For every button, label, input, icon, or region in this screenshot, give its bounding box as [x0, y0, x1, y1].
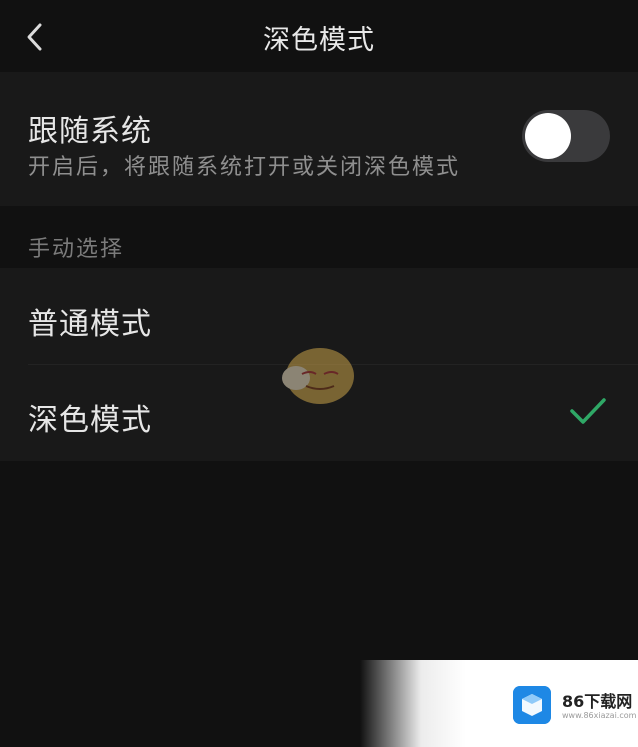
page-title: 深色模式	[263, 25, 375, 56]
follow-system-description: 开启后，将跟随系统打开或关闭深色模式	[28, 155, 461, 180]
follow-system-row: 跟随系统 开启后，将跟随系统打开或关闭深色模式	[0, 72, 638, 206]
brand-logo-icon	[513, 686, 551, 724]
brand-name: 86下载网	[562, 692, 633, 711]
manual-selection-label: 手动选择	[28, 237, 125, 262]
toggle-knob	[525, 113, 571, 159]
option-label: 普通模式	[28, 307, 152, 342]
option-label: 深色模式	[28, 403, 152, 438]
follow-system-title: 跟随系统	[28, 114, 152, 149]
follow-system-toggle[interactable]	[522, 110, 610, 162]
checkmark-icon	[570, 398, 606, 424]
watermark-mascot-icon	[282, 348, 354, 404]
watermark-brand: 86下载网 www.86xiazai.com	[360, 660, 638, 747]
top-bar: 深色模式	[0, 0, 638, 72]
brand-url: www.86xiazai.com	[562, 711, 637, 720]
